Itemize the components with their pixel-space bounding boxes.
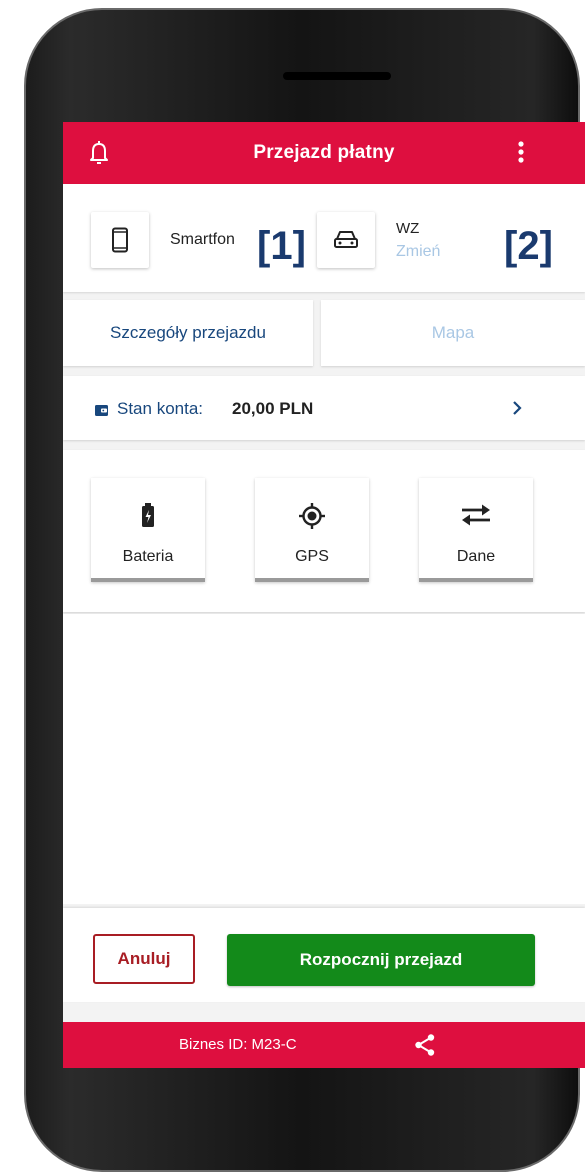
- car-icon: [334, 231, 358, 248]
- page-title: Przejazd płatny: [253, 142, 395, 163]
- data-status-card[interactable]: Dane: [419, 478, 533, 582]
- gps-status-card[interactable]: GPS: [255, 478, 369, 582]
- device-vehicle-row: Smartfon [1] WZ Zmień [2]: [63, 184, 585, 292]
- more-menu-icon[interactable]: [513, 138, 529, 168]
- battery-label: Bateria: [122, 548, 174, 565]
- tab-bar: Szczegóły przejazdu Mapa: [63, 300, 585, 366]
- gps-icon: [255, 502, 369, 530]
- app-header: Przejazd płatny: [63, 122, 585, 184]
- vehicle-plate: WZ: [396, 220, 420, 237]
- wallet-icon: [95, 404, 109, 422]
- annotation-marker-1: [1]: [257, 224, 306, 268]
- data-label: Dane: [456, 548, 496, 565]
- phone-speaker: [283, 72, 391, 80]
- chevron-right-icon[interactable]: [511, 398, 523, 423]
- annotation-marker-2: [2]: [504, 224, 553, 268]
- content-area: [63, 614, 585, 904]
- change-vehicle-link[interactable]: Zmień: [396, 243, 440, 261]
- balance-value: 20,00 PLN: [232, 399, 314, 418]
- device-label: Smartfon: [170, 231, 235, 248]
- business-id: Biznes ID: M23-C: [179, 1036, 297, 1053]
- smartphone-tile[interactable]: [91, 212, 149, 268]
- footer-bar: Biznes ID: M23-C: [63, 1022, 585, 1068]
- gps-label: GPS: [295, 548, 329, 565]
- tab-map[interactable]: Mapa: [321, 300, 585, 366]
- share-icon[interactable]: [413, 1033, 437, 1062]
- battery-charging-icon: [91, 502, 205, 530]
- tab-trip-details[interactable]: Szczegóły przejazdu: [63, 300, 313, 366]
- account-balance-row[interactable]: Stan konta: 20,00 PLN: [63, 376, 585, 440]
- balance-label: Stan konta:: [117, 399, 204, 418]
- start-trip-button[interactable]: Rozpocznij przejazd: [227, 934, 535, 986]
- action-bar: Anuluj Rozpocznij przejazd: [63, 908, 585, 1002]
- cancel-button[interactable]: Anuluj: [93, 934, 195, 984]
- device-status-panel: Bateria GPS Dane: [63, 450, 585, 612]
- battery-status-card[interactable]: Bateria: [91, 478, 205, 582]
- app-screen: Przejazd płatny Smartfon [1] WZ Zmień [2…: [63, 122, 585, 1068]
- vehicle-tile[interactable]: [317, 212, 375, 268]
- smartphone-icon: [112, 227, 128, 253]
- swap-arrows-icon: [419, 502, 533, 530]
